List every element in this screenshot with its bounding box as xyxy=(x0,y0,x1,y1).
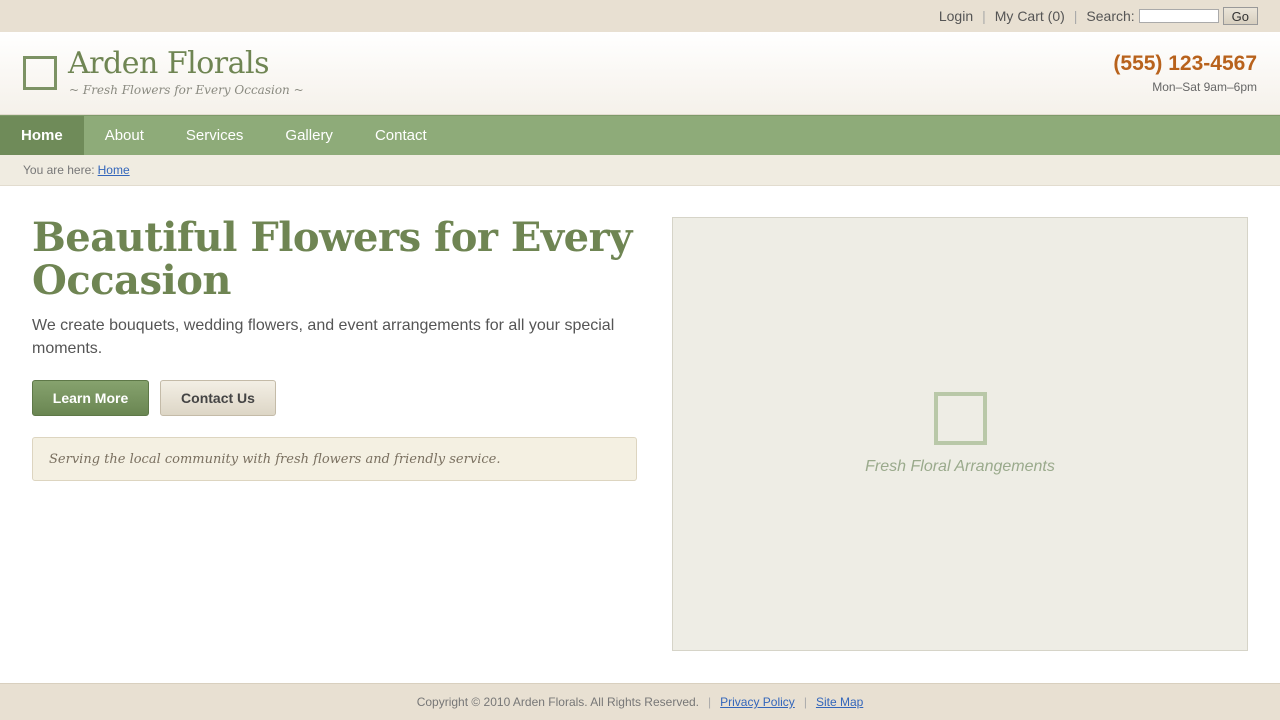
image-caption: Fresh Floral Arrangements xyxy=(865,458,1055,475)
breadcrumb: You are here: Home xyxy=(0,155,1280,186)
separator: | xyxy=(1073,8,1078,24)
nav-tab-about[interactable]: About xyxy=(84,116,165,155)
business-hours: Mon–Sat 9am–6pm xyxy=(1152,80,1257,94)
privacy-policy-link[interactable]: Privacy Policy xyxy=(720,695,795,709)
image-placeholder-icon xyxy=(934,392,987,445)
separator: | xyxy=(708,695,712,709)
nav-tab-gallery[interactable]: Gallery xyxy=(264,116,354,155)
community-notice: Serving the local community with fresh f… xyxy=(32,437,637,481)
site-footer: Copyright © 2010 Arden Florals. All Righ… xyxy=(0,683,1280,720)
search-input[interactable] xyxy=(1138,9,1219,23)
breadcrumb-prefix: You are here: xyxy=(23,163,95,177)
breadcrumb-home-link[interactable]: Home xyxy=(98,163,130,177)
nav-tab-services[interactable]: Services xyxy=(165,116,265,155)
hero-title: Beautiful Flowers for Every Occasion xyxy=(32,214,632,304)
site-tagline: ~ Fresh Flowers for Every Occasion ~ xyxy=(69,83,304,97)
top-utility-bar: Login | My Cart (0) | Search: Go xyxy=(0,0,1280,32)
search-go-button[interactable]: Go xyxy=(1222,7,1258,25)
nav-tab-home[interactable]: Home xyxy=(0,116,84,155)
logo-square-icon[interactable] xyxy=(23,56,57,90)
separator: | xyxy=(982,8,986,24)
main-nav: Home About Services Gallery Contact xyxy=(0,115,1280,155)
hero-image-placeholder: Fresh Floral Arrangements xyxy=(672,217,1248,651)
nav-tab-contact[interactable]: Contact xyxy=(354,116,448,155)
site-header: Arden Florals ~ Fresh Flowers for Every … xyxy=(0,32,1280,115)
separator: | xyxy=(803,695,807,709)
hero-description: We create bouquets, wedding flowers, and… xyxy=(32,317,615,357)
learn-more-button[interactable]: Learn More xyxy=(32,380,149,416)
copyright-text: Copyright © 2010 Arden Florals. All Righ… xyxy=(416,695,699,709)
search-label: Search: xyxy=(1086,8,1135,24)
site-title[interactable]: Arden Florals xyxy=(68,46,270,81)
phone-number: (555) 123-4567 xyxy=(1113,52,1257,75)
cart-link[interactable]: My Cart (0) xyxy=(995,8,1065,24)
login-link[interactable]: Login xyxy=(939,8,973,24)
contact-us-button[interactable]: Contact Us xyxy=(160,380,276,416)
site-map-link[interactable]: Site Map xyxy=(816,695,863,709)
